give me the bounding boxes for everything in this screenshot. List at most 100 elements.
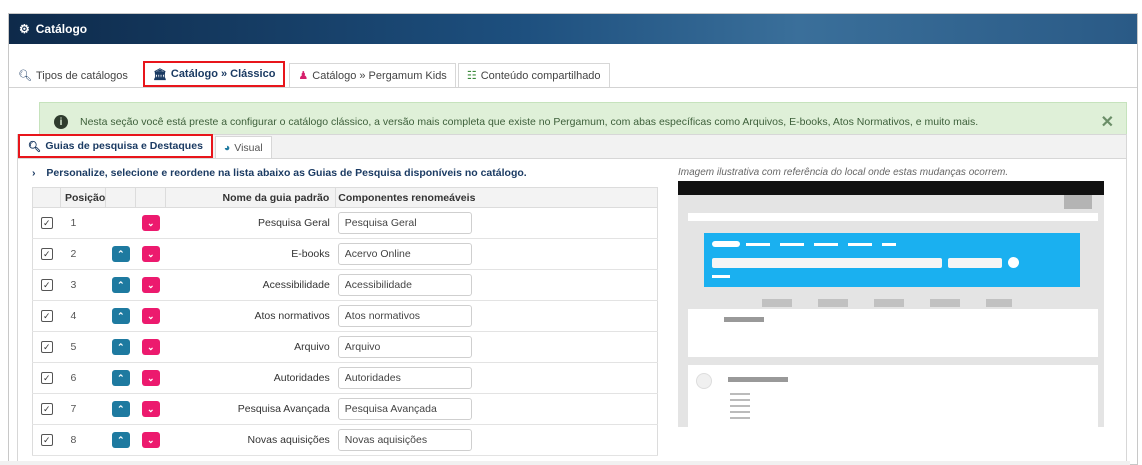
row-guide-name: Acessibilidade xyxy=(165,269,336,301)
table-header-row: Posição Nome da guia padrão Componentes … xyxy=(32,187,658,208)
main-tabs: 🔍︎ Tipos de catálogos 🏛︎ Catálogo » Clás… xyxy=(9,58,1137,88)
row-checkbox-cell: ✓ xyxy=(32,362,61,394)
row-up-cell: ⌃ xyxy=(105,393,136,425)
row-checkbox[interactable]: ✓ xyxy=(40,341,53,353)
rename-field[interactable] xyxy=(337,398,472,420)
move-up-button[interactable]: ⌃ xyxy=(111,370,130,386)
rename-field[interactable] xyxy=(337,367,472,389)
mock-tabs xyxy=(746,243,896,246)
move-up-button[interactable]: ⌃ xyxy=(111,339,130,355)
guides-table: Posição Nome da guia padrão Componentes … xyxy=(32,187,658,456)
horizontal-scrollbar[interactable] xyxy=(0,461,1130,465)
row-up-cell: ⌃ xyxy=(105,300,136,332)
illustration-image xyxy=(678,181,1104,427)
row-component-cell xyxy=(335,300,658,332)
mock-heading-1 xyxy=(724,317,764,322)
row-checkbox[interactable]: ✓ xyxy=(40,310,53,322)
row-component-cell xyxy=(335,393,658,425)
rename-field[interactable] xyxy=(337,336,472,358)
tab-catalogo-classico[interactable]: 🏛︎ Catálogo » Clássico xyxy=(142,61,286,87)
move-up-button[interactable]: ⌃ xyxy=(111,277,130,293)
row-component-cell xyxy=(335,424,658,456)
row-guide-name: Novas aquisições xyxy=(165,424,336,456)
mock-topbar xyxy=(678,181,1104,195)
mock-strip xyxy=(688,213,1098,221)
row-checkbox-cell: ✓ xyxy=(32,331,61,363)
mock-search xyxy=(712,258,942,268)
move-down-button[interactable]: ⌄ xyxy=(141,370,160,386)
mock-select xyxy=(948,258,1002,268)
move-up-button[interactable]: ⌃ xyxy=(111,432,130,448)
row-position: 8 xyxy=(60,424,106,456)
move-up-button[interactable]: ⌃ xyxy=(111,308,130,324)
palette-icon: ◕ xyxy=(223,141,231,154)
row-position: 7 xyxy=(60,393,106,425)
move-down-button[interactable]: ⌄ xyxy=(141,246,160,262)
tab-label: Visual xyxy=(234,141,263,154)
move-up-button[interactable]: ⌃ xyxy=(111,401,130,417)
move-down-button[interactable]: ⌄ xyxy=(141,339,160,355)
rename-field[interactable] xyxy=(337,429,472,451)
guides-section: › Personalize, selecione e reordene na l… xyxy=(32,167,658,456)
table-row: ✓ 4 ⌃ ⌄ Atos normativos xyxy=(32,300,658,332)
search-icon: 🔍︎ xyxy=(18,70,32,82)
settings-panel: 🔍︎ Guias de pesquisa e Destaques ◕ Visua… xyxy=(17,134,1127,464)
row-checkbox-cell: ✓ xyxy=(32,393,61,425)
row-up-cell: ⌃ xyxy=(105,269,136,301)
rename-field[interactable] xyxy=(337,274,472,296)
institution-icon: 🏛︎ xyxy=(152,68,167,81)
alert-message: Nesta seção você está preste a configura… xyxy=(80,116,979,128)
table-row: ✓ 6 ⌃ ⌄ Autoridades xyxy=(32,362,658,394)
rename-field[interactable] xyxy=(337,212,472,234)
row-up-cell xyxy=(105,207,136,239)
row-down-cell: ⌄ xyxy=(135,238,166,270)
close-icon[interactable]: ✕ xyxy=(1101,112,1114,132)
row-up-cell: ⌃ xyxy=(105,238,136,270)
table-row: ✓ 3 ⌃ ⌄ Acessibilidade xyxy=(32,269,658,301)
tab-tipos-de-catalogos[interactable]: 🔍︎ Tipos de catálogos xyxy=(9,63,137,87)
row-position: 5 xyxy=(60,331,106,363)
move-down-button[interactable]: ⌄ xyxy=(141,432,160,448)
section-heading-text: Personalize, selecione e reordene na lis… xyxy=(46,167,527,179)
mock-lower-tabs xyxy=(762,299,1012,307)
row-guide-name: Pesquisa Geral xyxy=(165,207,336,239)
row-checkbox[interactable]: ✓ xyxy=(40,279,53,291)
row-checkbox[interactable]: ✓ xyxy=(40,403,53,415)
header-down xyxy=(135,187,167,208)
row-checkbox[interactable]: ✓ xyxy=(40,372,53,384)
move-down-button[interactable]: ⌄ xyxy=(141,277,160,293)
row-checkbox[interactable]: ✓ xyxy=(40,217,53,229)
sub-tabs: 🔍︎ Guias de pesquisa e Destaques ◕ Visua… xyxy=(18,134,1126,159)
move-down-button[interactable]: ⌄ xyxy=(141,215,160,231)
move-up-button[interactable]: ⌃ xyxy=(111,246,130,262)
row-position: 6 xyxy=(60,362,106,394)
header-check xyxy=(32,187,61,208)
row-component-cell xyxy=(335,362,658,394)
row-checkbox-cell: ✓ xyxy=(32,269,61,301)
tab-visual[interactable]: ◕ Visual xyxy=(214,136,272,158)
row-down-cell: ⌄ xyxy=(135,207,166,239)
table-row: ✓ 8 ⌃ ⌄ Novas aquisições xyxy=(32,424,658,456)
row-checkbox[interactable]: ✓ xyxy=(40,434,53,446)
tab-pergamum-kids[interactable]: ♟︎ Catálogo » Pergamum Kids xyxy=(289,63,456,87)
row-guide-name: Arquivo xyxy=(165,331,336,363)
row-up-cell: ⌃ xyxy=(105,362,136,394)
kids-icon: ♟︎ xyxy=(298,70,309,82)
tab-label: Guias de pesquisa e Destaques xyxy=(45,140,203,152)
table-row: ✓ 7 ⌃ ⌄ Pesquisa Avançada xyxy=(32,393,658,425)
row-position: 1 xyxy=(60,207,106,239)
tab-guias-de-pesquisa[interactable]: 🔍︎ Guias de pesquisa e Destaques xyxy=(18,134,213,158)
table-row: ✓ 2 ⌃ ⌄ E-books xyxy=(32,238,658,270)
move-down-button[interactable]: ⌄ xyxy=(141,401,160,417)
row-component-cell xyxy=(335,207,658,239)
mock-search-banner xyxy=(704,233,1080,287)
illustration-caption: Imagem ilustrativa com referência do loc… xyxy=(678,167,1009,178)
row-down-cell: ⌄ xyxy=(135,393,166,425)
row-checkbox[interactable]: ✓ xyxy=(40,248,53,260)
mock-block xyxy=(1064,195,1092,209)
gears-icon: ⚙ xyxy=(19,22,30,36)
tab-conteudo-compartilhado[interactable]: ☷︎ Conteúdo compartilhado xyxy=(457,63,610,87)
move-down-button[interactable]: ⌄ xyxy=(141,308,160,324)
rename-field[interactable] xyxy=(337,305,472,327)
rename-field[interactable] xyxy=(337,243,472,265)
